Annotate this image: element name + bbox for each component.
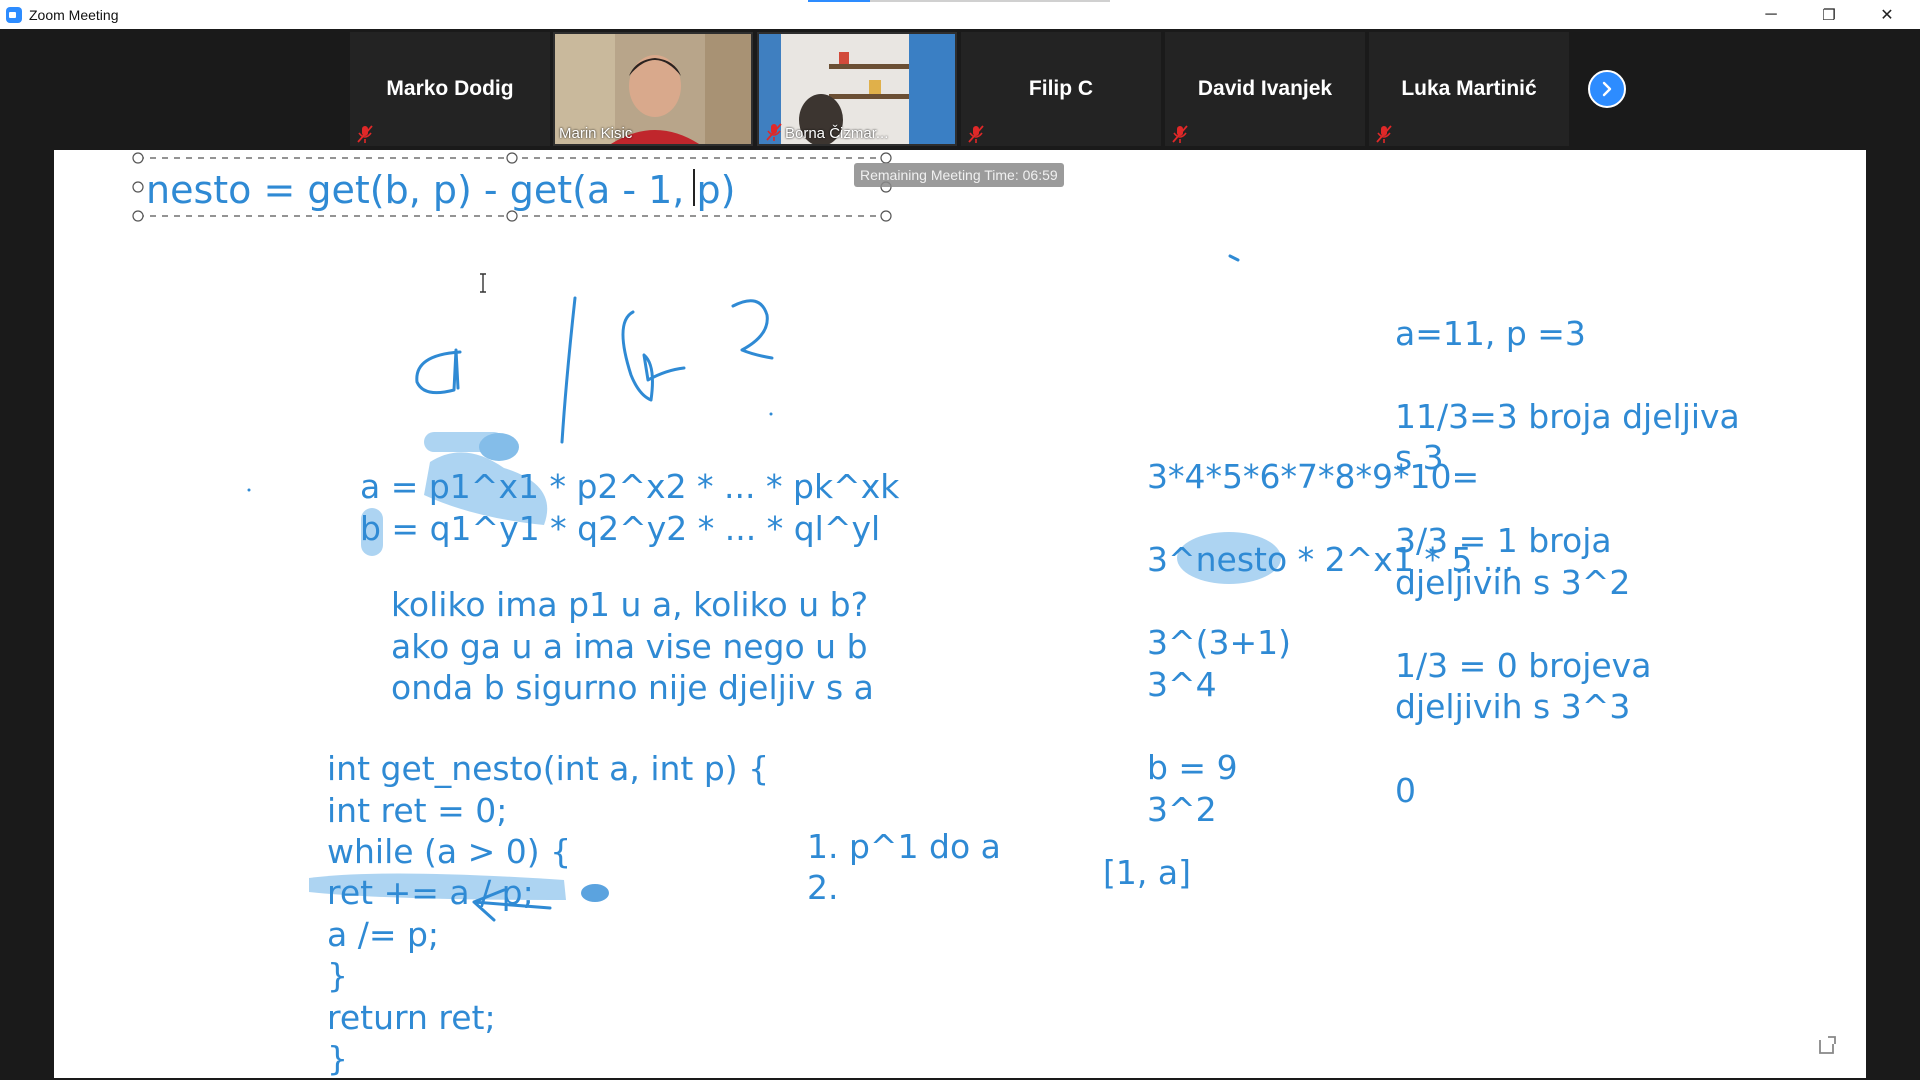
middle-line: 3^4 xyxy=(1147,665,1217,704)
question-line: onda b sigurno nije djeljiv s a xyxy=(391,668,874,707)
formula-a: a = p1^x1 * p2^x2 * ... * pk^xk xyxy=(360,467,900,506)
participant-tile[interactable]: David Ivanjek xyxy=(1165,32,1365,146)
middle-line: 3^(3+1) xyxy=(1147,623,1292,662)
highlight-mark xyxy=(479,433,519,461)
muted-mic-icon xyxy=(968,125,984,143)
handwritten-b xyxy=(621,310,686,402)
participant-name: Luka Martinić xyxy=(1401,77,1537,100)
minimize-button[interactable]: ─ xyxy=(1742,0,1800,29)
right-line: djeljivih s 3^3 xyxy=(1395,687,1631,726)
participant-name: Filip C xyxy=(1028,77,1094,100)
code-line: ret += a / p; xyxy=(327,873,534,912)
zoom-app-icon xyxy=(6,6,22,23)
participant-name: David Ivanjek xyxy=(1197,77,1333,100)
right-line: 11/3=3 broja djeljiva xyxy=(1395,397,1740,436)
selected-textbox[interactable]: nesto = get(b, p) - get(a - 1, p) xyxy=(146,171,735,209)
code-line: } xyxy=(327,956,348,995)
pop-out-icon[interactable] xyxy=(1816,1034,1838,1056)
participant-name: Borna Čizmar... xyxy=(785,125,889,142)
code-line: while (a > 0) { xyxy=(327,832,572,871)
participant-name: Marko Dodig xyxy=(386,77,514,100)
participant-video-tile[interactable]: Borna Čizmar... xyxy=(757,32,957,146)
right-line: s 3 xyxy=(1395,438,1444,477)
handwritten-2 xyxy=(731,299,774,360)
right-line: 0 xyxy=(1395,771,1416,810)
middle-line: [1, a] xyxy=(1103,853,1191,892)
muted-mic-icon xyxy=(1376,125,1392,143)
right-line: 3/3 = 1 broja xyxy=(1395,521,1612,560)
handwritten-a xyxy=(415,348,462,395)
highlight-mark xyxy=(581,884,609,902)
question-line: ako ga u a ima vise nego u b xyxy=(391,627,868,666)
muted-mic-icon xyxy=(766,123,782,141)
step-line: 1. p^1 do a xyxy=(807,827,1001,866)
title-progress-indicator xyxy=(808,0,1110,2)
ink-dot xyxy=(769,412,773,416)
participant-tile[interactable]: Marko Dodig xyxy=(350,32,550,146)
ink-dot xyxy=(247,488,251,492)
handwritten-slash xyxy=(560,296,577,444)
formula-b: b = q1^y1 * q2^y2 * ... * ql^yl xyxy=(360,509,881,548)
right-line: a=11, p =3 xyxy=(1395,314,1586,353)
code-line: return ret; xyxy=(327,998,496,1037)
right-line: djeljivih s 3^2 xyxy=(1395,563,1631,602)
next-page-button[interactable] xyxy=(1588,70,1626,108)
participant-tile[interactable]: Luka Martinić xyxy=(1369,32,1569,146)
participant-strip: Marko Dodig Marin Kisic Borna Čizmar... … xyxy=(0,29,1920,150)
remaining-time-label: Remaining Meeting Time: 06:59 xyxy=(854,163,1064,187)
code-line: } xyxy=(327,1039,348,1078)
code-line: int ret = 0; xyxy=(327,791,508,830)
ink-dot xyxy=(1228,254,1240,262)
middle-line: b = 9 xyxy=(1147,748,1238,787)
participant-video-tile[interactable]: Marin Kisic xyxy=(553,32,753,146)
window-title: Zoom Meeting xyxy=(29,6,119,23)
middle-line: 3^2 xyxy=(1147,790,1217,829)
whiteboard[interactable]: Remaining Meeting Time: 06:59 nesto = ge… xyxy=(54,150,1866,1078)
chevron-right-icon xyxy=(1602,81,1612,97)
participant-tile[interactable]: Filip C xyxy=(961,32,1161,146)
close-button[interactable]: ✕ xyxy=(1858,0,1916,29)
restore-button[interactable]: ❐ xyxy=(1800,0,1858,29)
title-bar: Zoom Meeting ─ ❐ ✕ xyxy=(0,0,1920,29)
participant-name: Marin Kisic xyxy=(559,125,633,142)
code-line: a /= p; xyxy=(327,915,440,954)
muted-mic-icon xyxy=(357,125,373,143)
question-line: koliko ima p1 u a, koliko u b? xyxy=(391,585,869,624)
annotation-drawings xyxy=(132,152,1281,922)
muted-mic-icon xyxy=(1172,125,1188,143)
right-line: 1/3 = 0 brojeva xyxy=(1395,646,1652,685)
ibeam-cursor xyxy=(480,273,486,293)
code-line: int get_nesto(int a, int p) { xyxy=(327,749,770,788)
step-line: 2. xyxy=(807,868,839,907)
